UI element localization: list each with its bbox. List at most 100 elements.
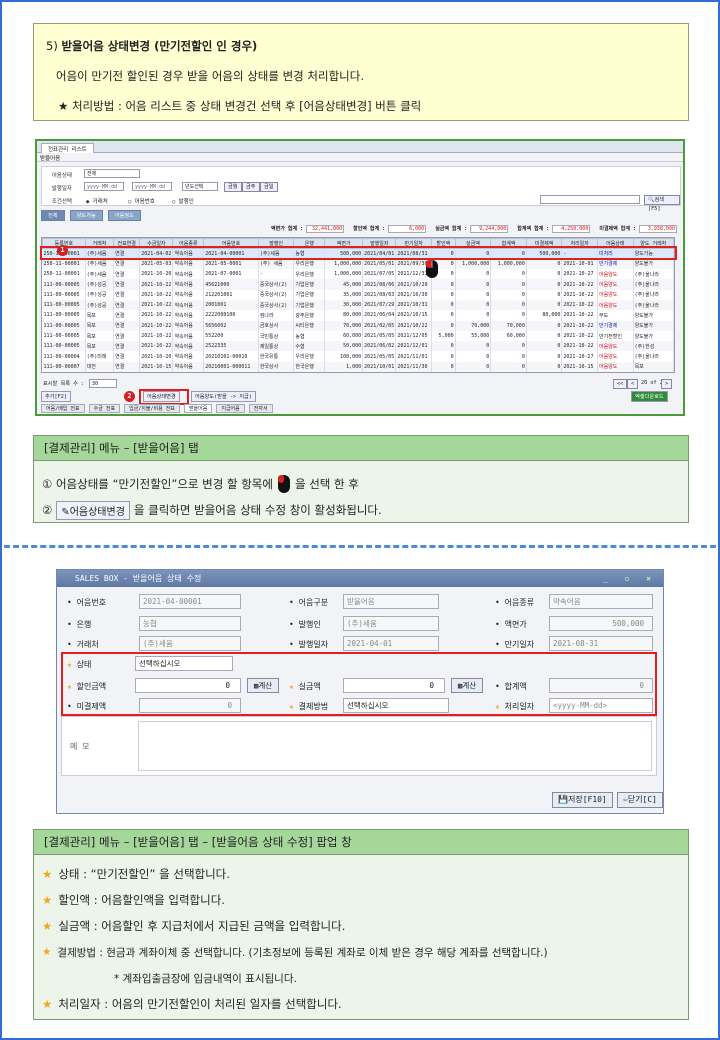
- edit-icon: ✎: [61, 506, 70, 518]
- table-cell: 기업은행: [293, 279, 326, 290]
- calc-real-button[interactable]: ▦계산: [451, 678, 483, 693]
- table-cell: 약속어음: [172, 320, 205, 331]
- discount-amount-input[interactable]: 0: [135, 678, 241, 693]
- table-cell: 기업은행: [293, 289, 326, 300]
- table-cell: 씨티은행: [293, 320, 326, 331]
- box1-line-2: ② ✎어음상태변경 을 클릭하면 받을어음 상태 수정 창이 활성화됩니다.: [42, 497, 680, 523]
- unpaid-field: 0: [139, 698, 241, 713]
- memo-input[interactable]: [138, 721, 652, 771]
- close-button[interactable]: ⇦닫기[C]: [617, 792, 663, 808]
- payment-method-select[interactable]: 선택하십시오: [343, 698, 449, 713]
- cond-radio-issuer[interactable]: ○ 발행인: [172, 197, 194, 205]
- table-row[interactable]: 111-00-00007 대전 연결 2021-10-15 약속어음 20210001-0…: [42, 361, 675, 373]
- table-cell: 약속어음: [172, 269, 205, 280]
- bottom-tabs: 어음/배입 전표 수금 전표 입금/지불/비용 전표 받을어음 지급어음 전자서: [41, 404, 274, 414]
- star-icon: ★: [67, 660, 72, 669]
- table-cell: 약속어음: [172, 351, 205, 362]
- table-cell: (주)세움: [85, 258, 115, 270]
- table-cell: 70,000: [490, 320, 527, 331]
- filter-bill-button[interactable]: 어음정도: [107, 210, 141, 221]
- table-cell: 2021-05-0001: [203, 258, 259, 270]
- transfer-button[interactable]: 어음양도(받을 -> 지급): [191, 391, 256, 402]
- table-cell: 목포: [85, 330, 115, 342]
- add-button[interactable]: 추가[F2]: [41, 391, 72, 402]
- cond-radio-billno[interactable]: ○ 어음번호: [128, 197, 155, 205]
- table-cell: 어음양도: [597, 299, 634, 311]
- tab-bill-list[interactable]: 전표관리 리스트: [41, 143, 94, 153]
- table-row[interactable]: 111-00-00005 목포 연결 2021-10-22 약속어음 5656002 금호상…: [42, 320, 675, 331]
- save-button[interactable]: 💾저장[F10]: [552, 792, 613, 808]
- table-cell: 양도불가: [633, 310, 675, 321]
- memo-area[interactable]: 메 모: [61, 716, 657, 776]
- table-row[interactable]: 111-00-00005 목포 연결 2021-10-22 약속어음 2222000100…: [42, 310, 675, 321]
- this-week-button[interactable]: 금주: [242, 182, 260, 192]
- prev-page-button[interactable]: <: [627, 379, 639, 389]
- selected-row-highlight: [40, 246, 677, 260]
- table-cell: 70,000: [324, 320, 364, 331]
- cond-radio-client[interactable]: ◉ 거래처: [86, 197, 108, 205]
- table-cell: 양도불가: [633, 258, 675, 270]
- tab-receivable-bills[interactable]: 받을어음: [183, 404, 213, 413]
- tab-payable-bills[interactable]: 지급어음: [216, 404, 245, 413]
- status-label: 어음상태: [51, 173, 72, 179]
- table-row[interactable]: 111-00-00005 목포 연결 2021-10-22 약속어음 552200 국민통상…: [42, 330, 675, 342]
- table-cell: 한국유통: [258, 351, 295, 362]
- tab-collect-slip[interactable]: 수금 전표: [88, 404, 121, 413]
- date-from-input[interactable]: yyyy-MM-dd: [84, 182, 124, 191]
- table-cell: 0: [526, 320, 563, 331]
- filter-transferable-button[interactable]: 양도가능: [69, 210, 103, 221]
- table-cell: 0: [526, 269, 563, 280]
- table-row[interactable]: 111-00-00005 (주)성공 연결 2021-10-22 약속어음 2001001…: [42, 299, 675, 311]
- this-month-button[interactable]: 금월: [224, 182, 242, 192]
- date-to-input[interactable]: yyyy-MM-dd: [132, 182, 172, 191]
- table-cell: 2021-10-27: [561, 269, 598, 280]
- search-button[interactable]: 🔍검색[F5]: [644, 195, 680, 212]
- change-status-inline-button: ✎어음상태변경: [56, 500, 130, 520]
- table-row[interactable]: 250-11-00001 (주)세움 연결 2021-05-03 약속어음 2021-05…: [42, 258, 675, 270]
- table-row[interactable]: 111-00-00005 목포 연결 2021-10-22 약속어음 2522335 제일통…: [42, 341, 675, 352]
- table-cell: 2021/11/01: [395, 351, 432, 362]
- excel-download-button[interactable]: 엑셀다운로드: [631, 391, 668, 402]
- table-cell: 만기결제: [597, 320, 634, 331]
- page-size-select[interactable]: 30: [89, 379, 117, 388]
- table-cell: 만기결제: [597, 258, 634, 270]
- status-select[interactable]: 선택하십시오: [135, 656, 233, 671]
- filter-all-button[interactable]: 전체: [41, 210, 65, 221]
- search-input[interactable]: [540, 195, 640, 204]
- table-cell: 약속어음: [172, 330, 205, 342]
- table-cell: (주)울나라: [633, 269, 675, 280]
- window-controls[interactable]: _ ▫ ✕: [603, 570, 657, 587]
- year-select[interactable]: 년도선택: [182, 182, 218, 191]
- next-page-button[interactable]: >: [661, 379, 673, 389]
- process-date-input[interactable]: <yyyy-MM-dd>: [549, 698, 653, 713]
- table-row[interactable]: 111-00-00004 (주)미래 연결 2021-10-20 약속어음 2021010…: [42, 351, 675, 362]
- table-row[interactable]: 111-00-00005 (주)성공 연결 2021-10-22 약속어음 4562100…: [42, 279, 675, 290]
- table-cell: 연결: [113, 279, 141, 290]
- real-amount-input[interactable]: 0: [343, 678, 445, 693]
- calc-discount-button[interactable]: ▦계산: [247, 678, 279, 693]
- table-cell: 111-00-00005: [42, 289, 86, 300]
- table-cell: 어음양도: [597, 269, 634, 280]
- table-row[interactable]: 250-11-00001 (주)세움 연결 2021-10-20 약속어음 2021-07…: [42, 269, 675, 280]
- section-subtitle: 받을어음: [37, 153, 683, 162]
- star-icon: ★: [42, 946, 52, 958]
- table-cell: 2021/10/31: [395, 299, 432, 311]
- table-cell: 0: [455, 269, 492, 280]
- star-icon: ★: [42, 867, 53, 881]
- table-row[interactable]: 111-00-00005 (주)성공 연결 2021-10-22 약속어음 2122010…: [42, 289, 675, 300]
- box2-line-1: ★ 상태 : “만기전할인” 을 선택합니다.: [42, 867, 230, 881]
- table-cell: 2021-10-22: [139, 330, 174, 342]
- first-page-button[interactable]: <<: [613, 379, 628, 389]
- table-cell: 60,000: [324, 330, 364, 342]
- table-cell: 목포: [85, 310, 115, 321]
- status-select[interactable]: 전체: [84, 169, 140, 178]
- tab-electronic[interactable]: 전자서: [248, 404, 273, 413]
- table-cell: 중국상사(2): [258, 289, 295, 300]
- tab-pay-slip[interactable]: 입금/지불/비용 전표: [124, 404, 180, 413]
- client-field: (주)세움: [139, 636, 241, 651]
- tab-sales-slip[interactable]: 어음/배입 전표: [41, 404, 85, 413]
- table-cell: 2021-05-03: [139, 258, 174, 270]
- due-date-field: 2021-08-31: [549, 636, 653, 651]
- today-button[interactable]: 금일: [260, 182, 278, 192]
- table-cell: 컴나라: [258, 310, 295, 321]
